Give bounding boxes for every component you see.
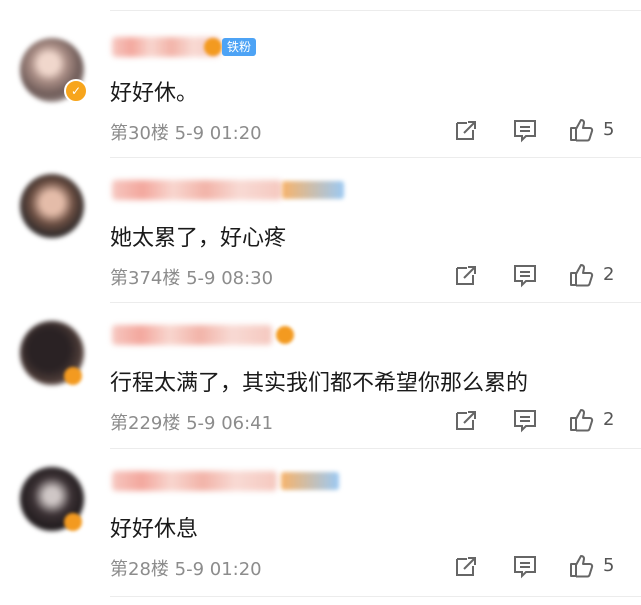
comment-text: 行程太满了，其实我们都不希望你那么累的	[110, 371, 529, 396]
comment-item: 行程太满了，其实我们都不希望你那么累的 第229楼 5-9 06:41 2	[0, 305, 641, 451]
level-badge-icon	[276, 326, 294, 344]
fan-badge-blurred	[282, 181, 344, 199]
comment-time: 5-9 06:41	[186, 413, 274, 434]
comment-meta: 第30楼 5-9 01:20	[110, 119, 262, 145]
fan-badge-blurred	[281, 472, 339, 490]
comment-text: 她太累了，好心疼	[110, 226, 287, 251]
thumbs-up-icon[interactable]	[568, 117, 598, 147]
comment-time: 5-9 01:20	[174, 123, 262, 144]
thumbs-up-icon[interactable]	[568, 262, 598, 292]
level-badge-icon	[204, 38, 222, 56]
floor-number: 第28楼	[110, 559, 169, 580]
avatar[interactable]	[20, 174, 84, 238]
comment-item: 好好休息 第28楼 5-9 01:20 5	[0, 451, 641, 597]
comment-icon[interactable]	[512, 262, 542, 292]
like-count: 2	[603, 409, 615, 430]
comment-time: 5-9 08:30	[186, 268, 274, 289]
comment-meta: 第374楼 5-9 08:30	[110, 264, 273, 290]
comment-time: 5-9 01:20	[174, 559, 262, 580]
username-blurred[interactable]	[112, 325, 272, 345]
share-edit-icon[interactable]	[453, 407, 483, 437]
thumbs-up-icon[interactable]	[568, 553, 598, 583]
comment-meta: 第229楼 5-9 06:41	[110, 409, 273, 435]
floor-number: 第374楼	[110, 268, 181, 289]
like-count: 5	[603, 119, 615, 140]
comment-icon[interactable]	[512, 407, 542, 437]
share-edit-icon[interactable]	[453, 553, 483, 583]
share-edit-icon[interactable]	[453, 117, 483, 147]
level-badge-icon	[64, 367, 82, 385]
share-edit-icon[interactable]	[453, 262, 483, 292]
like-count: 2	[603, 264, 615, 285]
floor-number: 第30楼	[110, 123, 169, 144]
comment-meta: 第28楼 5-9 01:20	[110, 555, 262, 581]
comment-text: 好好休息	[110, 517, 199, 542]
divider	[110, 596, 641, 597]
comment-text: 好好休。	[110, 81, 199, 106]
divider	[110, 448, 641, 449]
comment-list: ✓ 铁粉 好好休。 第30楼 5-9 01:20 5 她太累了，好心疼 第374…	[0, 0, 641, 605]
divider	[110, 157, 641, 158]
username-blurred[interactable]	[112, 180, 282, 200]
divider	[110, 302, 641, 303]
comment-icon[interactable]	[512, 117, 542, 147]
level-badge-icon	[64, 513, 82, 531]
fan-badge: 铁粉	[222, 38, 257, 56]
comment-item: ✓ 铁粉 好好休。 第30楼 5-9 01:20 5	[0, 15, 641, 161]
comment-item: 她太累了，好心疼 第374楼 5-9 08:30 2	[0, 160, 641, 306]
username-blurred[interactable]	[112, 471, 277, 491]
like-count: 5	[603, 555, 615, 576]
thumbs-up-icon[interactable]	[568, 407, 598, 437]
floor-number: 第229楼	[110, 413, 181, 434]
divider	[110, 10, 641, 11]
verified-badge-icon: ✓	[64, 79, 88, 103]
comment-icon[interactable]	[512, 553, 542, 583]
